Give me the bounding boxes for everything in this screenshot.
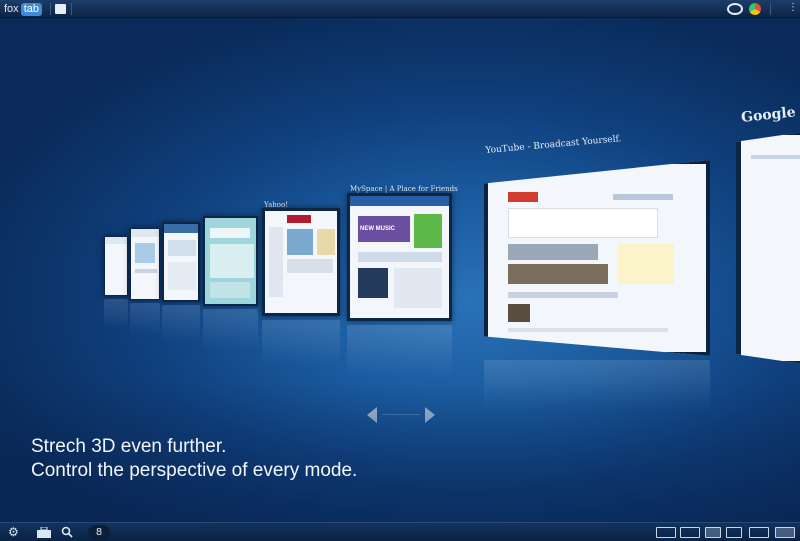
tab-thumbnail-yahoo[interactable] [262,208,340,316]
promo-banner: NEW MUSIC [358,216,410,242]
logo-tab-text: tab [20,2,42,16]
divider [382,414,420,415]
tab-thumbnail-myspace[interactable]: NEW MUSIC [347,193,452,321]
thumbnail-reflection [162,305,200,341]
divider [50,3,51,15]
foxtab-logo[interactable]: fox tab [4,2,42,16]
layout-wall-icon[interactable] [656,527,676,538]
thumbnail-reflection [262,320,340,364]
divider [71,3,72,15]
divider [770,3,771,15]
thumbnail-reflection [203,309,258,349]
top-bar: fox tab ⋮ [0,0,800,18]
thumbnail-reflection [130,303,160,335]
toolbox-icon[interactable] [37,526,51,541]
more-options-icon[interactable]: ⋮ [788,2,798,13]
bottom-bar: ⚙ 8 [0,522,800,541]
thumbnail-reflection [104,299,128,329]
layout-grid-dense-icon[interactable] [726,527,742,538]
view-ring-icon[interactable] [727,3,743,15]
thumbnail-caption: MySpace | A Place for Friends [350,185,458,193]
tab-thumbnail-google[interactable] [736,130,800,366]
thumbnail-reflection [347,325,452,377]
next-arrow-icon[interactable] [425,407,435,423]
logo-fox-text: fox [4,3,19,15]
search-icon[interactable] [61,526,73,541]
tab-thumbnail[interactable] [162,222,200,302]
thumbnail-caption: Google [740,104,797,126]
tab-count-badge: 8 [88,525,110,540]
layout-3d-icon[interactable] [749,527,769,538]
layout-carousel-icon[interactable] [680,527,700,538]
layout-grid-icon[interactable] [705,527,721,538]
foxtab-stage: fox tab ⋮ Yahoo! MySpace | A Place for F… [0,0,800,541]
message-line-2: Control the perspective of every mode. [31,460,358,481]
new-tab-icon[interactable] [55,4,66,14]
previous-arrow-icon[interactable] [367,407,377,423]
tab-thumbnail-youtube[interactable] [484,160,710,356]
message-line-1: Strech 3D even further. [31,436,227,457]
tab-thumbnail[interactable] [104,236,128,296]
feature-message: Strech 3D even further. Control the pers… [31,435,357,483]
thumbnail-reflection [484,360,710,410]
tab-thumbnail[interactable] [203,216,258,306]
tab-thumbnail[interactable] [130,228,160,300]
browser-icon[interactable] [749,3,761,15]
layout-stack-icon[interactable] [775,527,795,538]
gear-icon[interactable]: ⚙ [8,526,19,539]
thumbnail-caption: YouTube - Broadcast Yourself. [485,134,622,156]
